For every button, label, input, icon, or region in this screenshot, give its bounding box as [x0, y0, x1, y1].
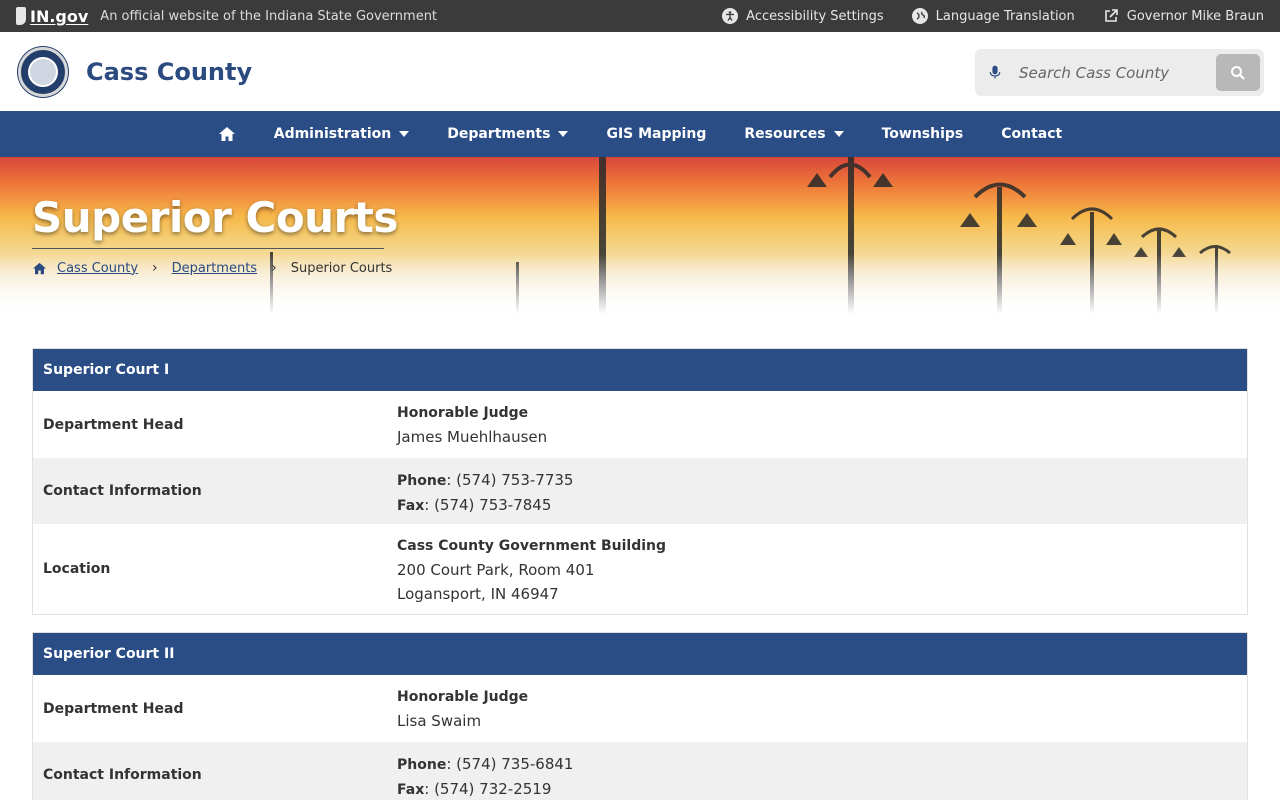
breadcrumb-departments[interactable]: Departments	[172, 261, 257, 276]
accessibility-settings-link[interactable]: Accessibility Settings	[722, 8, 884, 24]
fax-number: (574) 732-2519	[434, 780, 552, 798]
row-value: Honorable Judge James Muehlhausen	[397, 391, 547, 458]
judge-title: Honorable Judge	[397, 405, 529, 421]
nav-gis-mapping[interactable]: GIS Mapping	[587, 111, 725, 157]
nav-departments[interactable]: Departments	[428, 111, 587, 157]
row-label: Location	[43, 561, 111, 577]
location-city: Logansport, IN 46947	[397, 585, 559, 603]
judge-name: James Muehlhausen	[397, 428, 548, 446]
row-value: Cass County Government Building 200 Cour…	[397, 524, 666, 614]
row-value: Honorable Judge Lisa Swaim	[397, 675, 528, 742]
governor-link[interactable]: Governor Mike Braun	[1103, 8, 1264, 24]
row-value: Phone: (574) 753-7735 Fax: (574) 753-784…	[397, 458, 573, 524]
table-row: Department Head Honorable Judge James Mu…	[33, 391, 1247, 458]
nav-administration-label: Administration	[273, 126, 392, 142]
nav-townships-label: Townships	[881, 126, 964, 142]
table-row: Contact Information Phone: (574) 735-684…	[33, 742, 1247, 800]
fax-line: Fax: (574) 732-2519	[397, 780, 552, 798]
search-icon	[1231, 65, 1245, 80]
chevron-right-icon: ›	[271, 260, 277, 276]
court-heading: Superior Court II	[33, 633, 1247, 675]
county-seal-logo[interactable]	[18, 46, 68, 97]
nav-townships[interactable]: Townships	[863, 111, 983, 157]
location-building: Cass County Government Building	[397, 538, 667, 554]
indiana-state-icon	[16, 7, 26, 25]
external-link-icon	[1103, 8, 1119, 24]
breadcrumb: Cass County › Departments › Superior Cou…	[32, 260, 392, 276]
nav-home[interactable]	[199, 111, 255, 157]
search-box	[975, 49, 1264, 96]
row-label: Department Head	[43, 700, 184, 717]
home-icon[interactable]	[32, 262, 47, 275]
page-title: Superior Courts	[32, 193, 398, 242]
globe-icon	[911, 8, 928, 24]
court-table: Superior Court II Department Head Honora…	[32, 632, 1248, 800]
nav-contact[interactable]: Contact	[982, 111, 1081, 157]
fax-label: Fax	[397, 782, 425, 798]
fax-line: Fax: (574) 753-7845	[397, 496, 552, 514]
breadcrumb-current: Superior Courts	[290, 260, 393, 276]
table-row: Location Cass County Government Building…	[33, 524, 1247, 614]
nav-contact-label: Contact	[1001, 126, 1063, 142]
phone-line: Phone: (574) 735-6841	[397, 755, 574, 773]
ingov-logo[interactable]: IN.gov	[16, 7, 88, 26]
accessibility-icon	[722, 8, 739, 24]
main-nav: Administration Departments GIS Mapping R…	[0, 111, 1280, 157]
row-value: Phone: (574) 735-6841 Fax: (574) 732-251…	[397, 742, 573, 800]
phone-line: Phone: (574) 753-7735	[397, 471, 574, 489]
site-header: Cass County	[0, 32, 1280, 111]
chevron-down-icon	[399, 131, 410, 137]
governor-label: Governor Mike Braun	[1126, 8, 1264, 24]
court-table: Superior Court I Department Head Honorab…	[32, 348, 1248, 615]
state-bar: IN.gov An official website of the Indian…	[0, 0, 1280, 32]
title-divider	[32, 248, 384, 249]
search-input[interactable]	[1015, 49, 1216, 96]
fax-label: Fax	[397, 498, 425, 514]
accessibility-settings-label: Accessibility Settings	[746, 8, 884, 24]
nav-resources-label: Resources	[744, 126, 826, 142]
row-label: Contact Information	[43, 483, 202, 499]
table-row: Department Head Honorable Judge Lisa Swa…	[33, 675, 1247, 742]
judge-name: Lisa Swaim	[397, 712, 482, 730]
location-street: 200 Court Park, Room 401	[397, 561, 595, 579]
nav-departments-label: Departments	[447, 126, 551, 142]
phone-label: Phone	[397, 757, 447, 773]
main-content: Superior Court I Department Head Honorab…	[0, 314, 1280, 800]
row-label: Department Head	[43, 416, 184, 433]
seal-emblem	[28, 56, 58, 87]
nav-administration[interactable]: Administration	[255, 111, 428, 157]
judge-title: Honorable Judge	[397, 689, 529, 705]
table-row: Contact Information Phone: (574) 753-773…	[33, 458, 1247, 524]
phone-number[interactable]: (574) 735-6841	[456, 755, 573, 773]
row-label: Contact Information	[43, 767, 202, 783]
ingov-logo-text: IN.gov	[30, 6, 89, 26]
court-heading: Superior Court I	[33, 349, 1247, 391]
search-button[interactable]	[1216, 54, 1260, 91]
site-title[interactable]: Cass County	[86, 58, 252, 86]
phone-label: Phone	[397, 473, 447, 489]
official-notice: An official website of the Indiana State…	[100, 8, 438, 24]
hero-banner: Superior Courts Cass County › Department…	[0, 157, 1280, 314]
breadcrumb-cass-county[interactable]: Cass County	[57, 261, 138, 276]
phone-number[interactable]: (574) 753-7735	[456, 471, 573, 489]
language-translation-link[interactable]: Language Translation	[911, 8, 1075, 24]
chevron-down-icon	[833, 131, 844, 137]
nav-resources[interactable]: Resources	[725, 111, 862, 157]
language-translation-label: Language Translation	[935, 8, 1075, 24]
fax-number: (574) 753-7845	[434, 496, 552, 514]
nav-gis-mapping-label: GIS Mapping	[606, 126, 707, 142]
chevron-right-icon: ›	[152, 260, 158, 276]
microphone-icon[interactable]	[975, 65, 1015, 80]
home-icon	[218, 127, 235, 141]
chevron-down-icon	[558, 131, 569, 137]
